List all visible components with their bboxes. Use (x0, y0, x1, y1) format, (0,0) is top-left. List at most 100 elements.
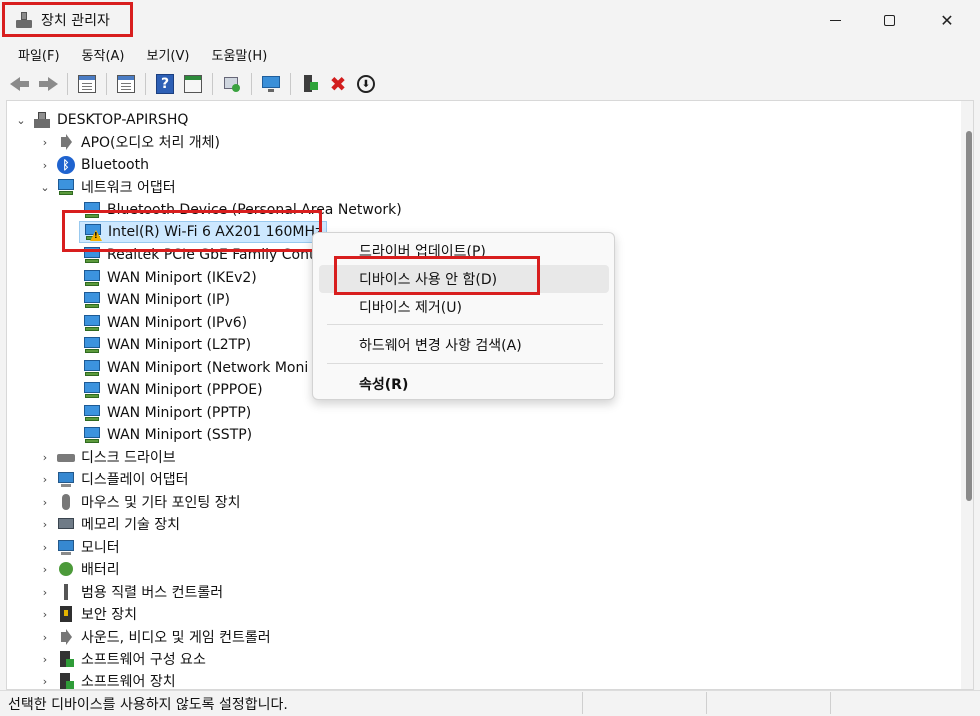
category-software-components[interactable]: › 소프트웨어 구성 요소 (39, 648, 206, 670)
category-usb-controllers[interactable]: › 범용 직렬 버스 컨트롤러 (39, 581, 223, 603)
expand-chevron-icon[interactable]: › (39, 496, 51, 509)
computer-icon (33, 111, 51, 129)
category-apo[interactable]: › APO(오디오 처리 개체) (39, 131, 220, 153)
category-network-adapters[interactable]: ⌄ 네트워크 어댑터 (39, 176, 176, 198)
minimize-button[interactable] (808, 0, 862, 40)
menu-help[interactable]: 도움말(H) (201, 42, 277, 67)
speaker-icon (57, 133, 75, 151)
title-highlight-box: 장치 관리자 (2, 2, 133, 37)
expand-chevron-icon[interactable]: › (39, 563, 51, 576)
category-disk-drives[interactable]: › 디스크 드라이브 (39, 446, 176, 468)
close-icon: ✕ (940, 10, 954, 30)
expand-chevron-icon[interactable]: › (39, 541, 51, 554)
category-label: 소프트웨어 구성 요소 (81, 652, 206, 668)
category-security-devices[interactable]: › 보안 장치 (39, 603, 137, 625)
category-label: APO(오디오 처리 개체) (81, 135, 221, 151)
menu-action[interactable]: 동작(A) (72, 42, 135, 67)
device-label: WAN Miniport (Network Moni (107, 360, 309, 376)
maximize-button[interactable] (862, 0, 916, 40)
device-wan-pppoe[interactable]: WAN Miniport (PPPOE) (83, 379, 263, 401)
menu-properties[interactable]: 속성(R) (319, 370, 609, 398)
monitor-icon (57, 538, 75, 556)
action-pane-button[interactable] (181, 72, 205, 96)
menu-separator (327, 363, 603, 364)
category-label: 사운드, 비디오 및 게임 컨트롤러 (81, 630, 271, 646)
network-adapter-icon (83, 359, 101, 377)
expand-chevron-icon[interactable]: › (39, 631, 51, 644)
status-divider (582, 692, 583, 714)
back-arrow-icon (10, 77, 30, 91)
uninstall-device-button[interactable]: ✖ (326, 72, 350, 96)
expand-chevron-icon[interactable]: › (39, 451, 51, 464)
expand-chevron-icon[interactable]: › (39, 159, 51, 172)
expand-chevron-icon[interactable]: › (39, 675, 51, 688)
menu-uninstall-device[interactable]: 디바이스 제거(U) (319, 293, 609, 321)
toolbar-separator (145, 73, 146, 95)
display-adapter-icon (57, 470, 75, 488)
category-label: 마우스 및 기타 포인팅 장치 (81, 495, 241, 511)
category-software-devices[interactable]: › 소프트웨어 장치 (39, 670, 176, 689)
network-adapter-icon (57, 178, 75, 196)
update-driver-button[interactable] (298, 72, 322, 96)
forward-arrow-icon (38, 77, 58, 91)
toolbar-separator (251, 73, 252, 95)
properties-button[interactable] (114, 72, 138, 96)
expand-chevron-icon[interactable]: › (39, 518, 51, 531)
toolbar: ? ✖ ⬇ (0, 68, 980, 100)
status-bar: 선택한 디바이스를 사용하지 않도록 설정합니다. (0, 690, 980, 716)
monitor-button[interactable] (259, 72, 283, 96)
device-wan-l2tp[interactable]: WAN Miniport (L2TP) (83, 334, 251, 356)
network-adapter-icon (83, 336, 101, 354)
menu-scan-hardware[interactable]: 하드웨어 변경 사항 검색(A) (319, 331, 609, 359)
device-wan-ip[interactable]: WAN Miniport (IP) (83, 289, 230, 311)
device-wan-ipv6[interactable]: WAN Miniport (IPv6) (83, 312, 247, 334)
software-component-icon (57, 650, 75, 668)
back-button[interactable] (8, 72, 32, 96)
collapse-chevron-icon[interactable]: ⌄ (39, 181, 51, 194)
close-button[interactable]: ✕ (920, 0, 974, 40)
category-mice[interactable]: › 마우스 및 기타 포인팅 장치 (39, 491, 240, 513)
update-driver-icon (301, 74, 319, 94)
menu-view[interactable]: 보기(V) (137, 42, 200, 67)
device-label: WAN Miniport (SSTP) (107, 427, 253, 443)
tree-root[interactable]: ⌄ DESKTOP-APIRSHQ (15, 109, 188, 131)
device-label: WAN Miniport (PPTP) (107, 405, 252, 421)
forward-button[interactable] (36, 72, 60, 96)
status-divider (706, 692, 707, 714)
network-adapter-icon (83, 269, 101, 287)
minimize-icon (829, 19, 841, 21)
category-display-adapters[interactable]: › 디스플레이 어댑터 (39, 468, 189, 490)
category-bluetooth[interactable]: › ᛒ Bluetooth (39, 154, 149, 176)
scrollbar-thumb[interactable] (966, 131, 972, 501)
device-label: WAN Miniport (PPPOE) (107, 382, 263, 398)
menu-file[interactable]: 파일(F) (8, 42, 70, 67)
menu-item-label: 디바이스 제거(U) (359, 300, 462, 316)
expand-chevron-icon[interactable]: › (39, 653, 51, 666)
disable-device-button[interactable]: ⬇ (354, 72, 378, 96)
collapse-chevron-icon[interactable]: ⌄ (15, 114, 27, 127)
device-wan-pptp[interactable]: WAN Miniport (PPTP) (83, 402, 251, 424)
expand-chevron-icon[interactable]: › (39, 136, 51, 149)
vertical-scrollbar[interactable] (961, 101, 973, 689)
scan-hardware-button[interactable] (220, 72, 244, 96)
device-label: WAN Miniport (IP) (107, 292, 230, 308)
toolbar-separator (290, 73, 291, 95)
delete-icon: ✖ (329, 72, 347, 96)
help-button[interactable]: ? (153, 72, 177, 96)
category-monitors[interactable]: › 모니터 (39, 536, 120, 558)
properties-icon (117, 75, 135, 93)
category-sound-video-game[interactable]: › 사운드, 비디오 및 게임 컨트롤러 (39, 626, 271, 648)
device-wan-netmon[interactable]: WAN Miniport (Network Moni (83, 357, 308, 379)
usb-icon (57, 583, 75, 601)
software-device-icon (57, 672, 75, 689)
toolbar-separator (67, 73, 68, 95)
category-batteries[interactable]: › 배터리 (39, 558, 120, 580)
expand-chevron-icon[interactable]: › (39, 473, 51, 486)
expand-chevron-icon[interactable]: › (39, 586, 51, 599)
device-wan-ikev2[interactable]: WAN Miniport (IKEv2) (83, 267, 257, 289)
category-memory-tech[interactable]: › 메모리 기술 장치 (39, 513, 180, 535)
disable-highlight-box (334, 256, 540, 295)
expand-chevron-icon[interactable]: › (39, 608, 51, 621)
show-hide-console-tree-button[interactable] (75, 72, 99, 96)
device-wan-sstp[interactable]: WAN Miniport (SSTP) (83, 424, 252, 446)
